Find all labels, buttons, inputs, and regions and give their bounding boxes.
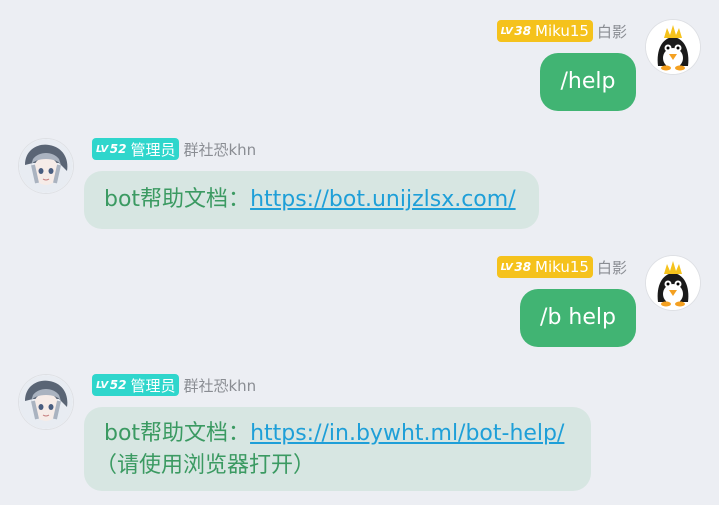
message-text: bot帮助文档：	[104, 187, 251, 212]
message-meta: LV 38 Miku15 白影	[496, 20, 627, 42]
level-prefix: LV	[500, 261, 513, 273]
level-number: 52	[109, 142, 127, 156]
level-badge: LV 52 管理员	[92, 374, 180, 396]
message-bubble[interactable]: /b help	[520, 289, 636, 347]
sender-nickname[interactable]: 白影	[597, 257, 627, 278]
level-number: 52	[109, 378, 127, 392]
message-link[interactable]: https://in.bywht.ml/bot-help/	[250, 421, 564, 446]
penguin-avatar-icon	[646, 256, 700, 310]
penguin-avatar-icon	[646, 20, 700, 74]
message-bubble[interactable]: bot帮助文档： https://bot.unijzlsx.com/	[84, 171, 539, 229]
member-title: Miku15	[535, 258, 589, 276]
member-title: 管理员	[130, 376, 176, 395]
chat-message: LV 52 管理员 群社恐khn bot帮助文档： https://bot.uni…	[0, 120, 719, 240]
message-link[interactable]: https://bot.unijzlsx.com/	[250, 184, 516, 216]
message-meta: LV 52 管理员 群社恐khn	[92, 374, 256, 396]
message-meta: LV 52 管理员 群社恐khn	[92, 138, 256, 160]
message-text: bot帮助文档：	[104, 421, 251, 446]
level-badge: LV 38 Miku15	[496, 256, 593, 278]
message-text: /b help	[540, 305, 616, 330]
message-meta: LV 38 Miku15 白影	[496, 256, 627, 278]
message-note: （请使用浏览器打开）	[95, 453, 316, 478]
anime-girl-avatar-icon	[19, 375, 73, 429]
member-title: Miku15	[535, 22, 589, 40]
chat-message: LV 52 管理员 群社恐khn bot帮助文档：https://in.bywh…	[0, 355, 719, 505]
level-number: 38	[514, 260, 532, 274]
anime-girl-avatar-icon	[19, 139, 73, 193]
chat-message: LV 38 Miku15 白影 /help	[0, 0, 719, 120]
level-number: 38	[514, 24, 532, 38]
level-prefix: LV	[96, 143, 108, 155]
level-prefix: LV	[500, 25, 513, 37]
level-badge: LV 52 管理员	[92, 138, 180, 160]
avatar[interactable]	[646, 256, 700, 310]
sender-nickname[interactable]: 白影	[597, 21, 627, 42]
avatar[interactable]	[19, 375, 73, 429]
avatar[interactable]	[19, 139, 73, 193]
sender-nickname[interactable]: 群社恐khn	[183, 375, 256, 396]
sender-nickname[interactable]: 群社恐khn	[183, 139, 256, 160]
level-prefix: LV	[96, 379, 108, 391]
message-bubble[interactable]: /help	[540, 53, 636, 111]
avatar[interactable]	[646, 20, 700, 74]
member-title: 管理员	[130, 140, 176, 159]
chat-message: LV 38 Miku15 白影 /b help	[0, 240, 719, 355]
message-text: /help	[560, 69, 616, 94]
level-badge: LV 38 Miku15	[496, 20, 593, 42]
message-bubble[interactable]: bot帮助文档：https://in.bywht.ml/bot-help/ （请…	[84, 407, 591, 491]
message-line: bot帮助文档：https://in.bywht.ml/bot-help/	[104, 418, 591, 450]
